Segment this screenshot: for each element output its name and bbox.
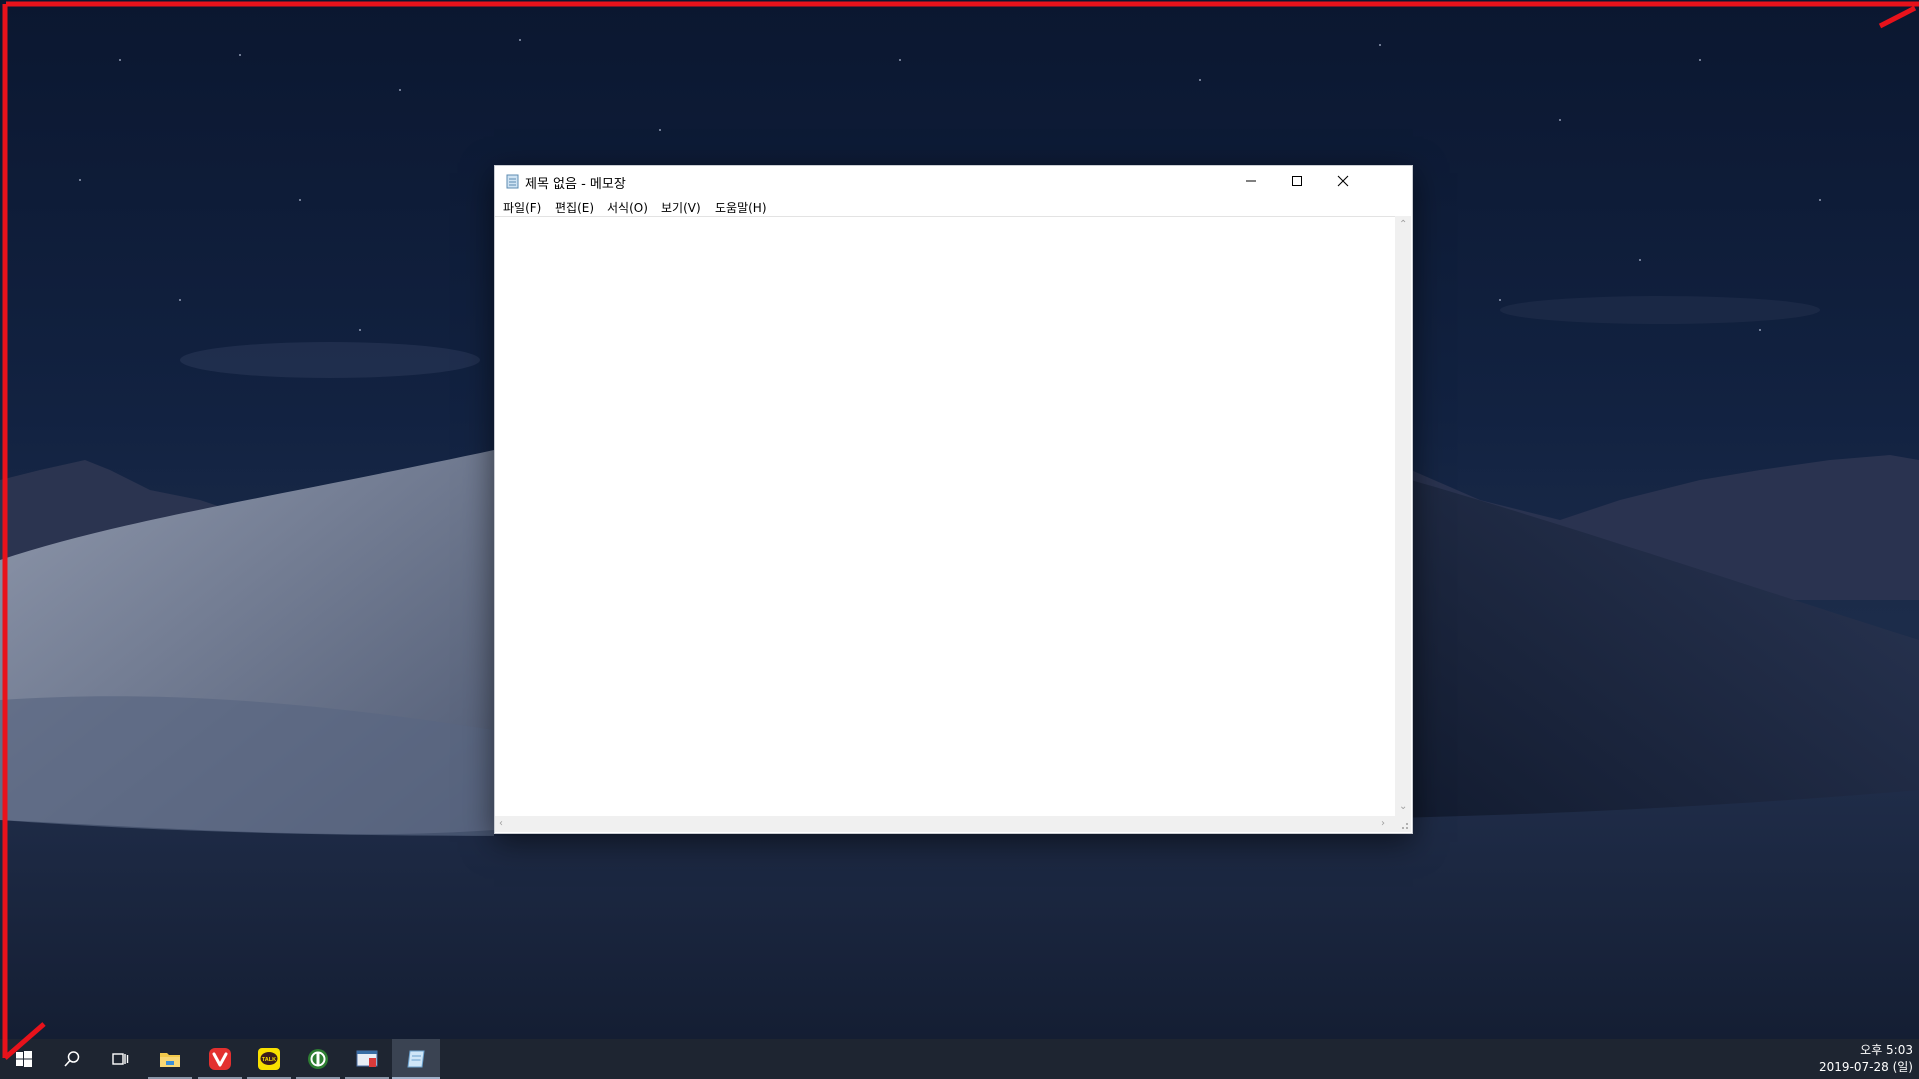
menu-bar: 파일(F) 편집(E) 서식(O) 보기(V) 도움말(H) bbox=[495, 196, 1412, 218]
windows-logo-icon bbox=[16, 1051, 32, 1067]
menu-help[interactable]: 도움말(H) bbox=[715, 199, 767, 216]
scroll-left-arrow-icon[interactable]: ‹ bbox=[499, 819, 503, 829]
scroll-down-arrow-icon[interactable]: ⌄ bbox=[1399, 802, 1407, 812]
vivaldi-button[interactable] bbox=[196, 1039, 244, 1079]
notepad-icon bbox=[407, 1050, 425, 1068]
task-view-icon bbox=[112, 1053, 129, 1065]
vivaldi-icon bbox=[209, 1048, 231, 1070]
scroll-up-arrow-icon[interactable]: ⌃ bbox=[1399, 220, 1407, 230]
notepad-taskbar-button[interactable] bbox=[392, 1039, 440, 1079]
system-clock[interactable]: 오후 5:03 2019-07-28 (일) bbox=[1819, 1042, 1913, 1076]
start-button[interactable] bbox=[0, 1039, 48, 1079]
scroll-right-arrow-icon[interactable]: › bbox=[1381, 819, 1385, 829]
menu-file[interactable]: 파일(F) bbox=[503, 199, 541, 216]
window-title: 제목 없음 - 메모장 bbox=[525, 177, 626, 192]
close-button[interactable] bbox=[1320, 166, 1366, 196]
kakaotalk-label: TALK bbox=[262, 1057, 276, 1063]
menu-view[interactable]: 보기(V) bbox=[661, 199, 701, 216]
taskbar: TALK 오후 5:03 2019-07-28 (일) bbox=[0, 1039, 1919, 1079]
kakaotalk-icon: TALK bbox=[258, 1048, 280, 1070]
vertical-scrollbar[interactable]: ⌃ ⌄ bbox=[1395, 216, 1411, 816]
close-icon bbox=[1337, 175, 1349, 187]
search-icon bbox=[64, 1051, 80, 1067]
task-view-button[interactable] bbox=[96, 1039, 144, 1079]
app-green-button[interactable] bbox=[294, 1039, 342, 1079]
resize-grip-icon[interactable] bbox=[1395, 816, 1411, 832]
clock-date: 2019-07-28 (일) bbox=[1819, 1060, 1913, 1074]
app-screenshot-button[interactable] bbox=[343, 1039, 391, 1079]
screenshot-app-icon bbox=[356, 1050, 378, 1067]
minimize-button[interactable] bbox=[1228, 166, 1274, 196]
green-app-icon bbox=[308, 1049, 328, 1069]
notepad-icon bbox=[505, 173, 521, 189]
file-explorer-button[interactable] bbox=[146, 1039, 194, 1079]
clock-time: 오후 5:03 bbox=[1860, 1043, 1913, 1057]
kakaotalk-button[interactable]: TALK bbox=[245, 1039, 293, 1079]
horizontal-scrollbar[interactable]: ‹ › bbox=[495, 816, 1395, 832]
search-button[interactable] bbox=[48, 1039, 96, 1079]
menu-format[interactable]: 서식(O) bbox=[607, 199, 648, 216]
maximize-button[interactable] bbox=[1274, 166, 1320, 196]
folder-icon bbox=[160, 1053, 180, 1067]
notepad-window: 제목 없음 - 메모장 파일(F) 편집(E) 서식(O) 보기(V) 도움말(… bbox=[494, 165, 1413, 834]
text-editor-area[interactable] bbox=[495, 216, 1395, 817]
maximize-icon bbox=[1292, 176, 1302, 186]
title-bar[interactable]: 제목 없음 - 메모장 bbox=[495, 166, 1412, 196]
minimize-icon bbox=[1246, 180, 1256, 182]
menu-edit[interactable]: 편집(E) bbox=[555, 199, 594, 216]
